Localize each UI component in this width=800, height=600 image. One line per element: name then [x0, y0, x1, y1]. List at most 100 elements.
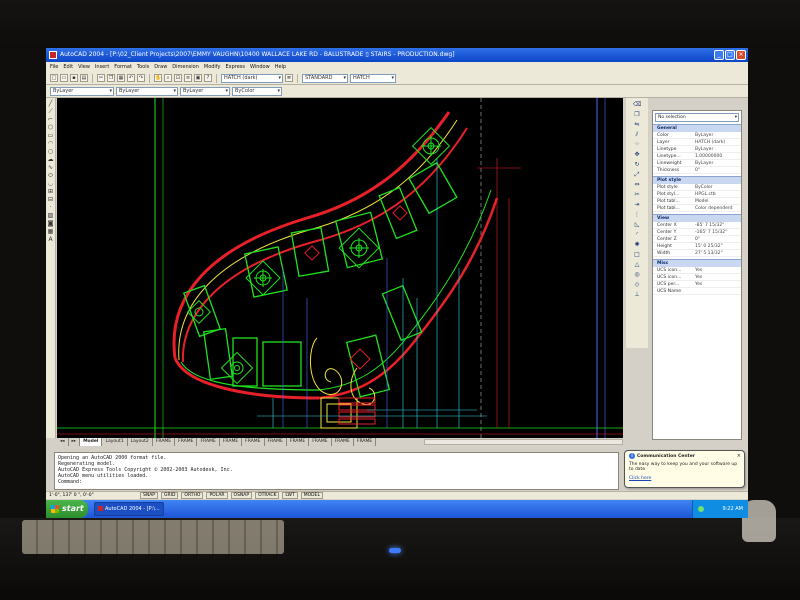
- property-value[interactable]: HATCH (dark): [693, 139, 741, 145]
- property-row[interactable]: Layer HATCH (dark): [653, 139, 741, 146]
- tab-layout[interactable]: FRAME: [332, 438, 354, 446]
- construction-line-icon[interactable]: ⟋: [47, 108, 54, 115]
- tab-layout[interactable]: FRAME: [220, 438, 243, 446]
- selection-dropdown[interactable]: No selection: [655, 113, 739, 122]
- property-row[interactable]: Plot tabl... Model: [653, 198, 741, 205]
- property-row[interactable]: Plot style ByColor: [653, 184, 741, 191]
- menu-dimension[interactable]: Dimension: [172, 62, 199, 72]
- property-value[interactable]: 27' 5 13/32": [693, 250, 741, 256]
- model-toggle[interactable]: MODEL: [300, 492, 323, 499]
- osnap-toggle[interactable]: OSNAP: [230, 492, 253, 499]
- tab-layout[interactable]: FRAME: [309, 438, 332, 446]
- property-value[interactable]: 0": [693, 167, 741, 173]
- help-icon[interactable]: ?: [204, 74, 212, 82]
- balloon-link[interactable]: Click here: [629, 476, 740, 481]
- property-value[interactable]: ByLayer: [693, 146, 741, 152]
- properties-icon[interactable]: ≡: [184, 74, 192, 82]
- color-dropdown[interactable]: ByLayer: [50, 86, 114, 96]
- chamfer-icon[interactable]: ◺: [633, 221, 641, 229]
- layer-manager-icon[interactable]: ≣: [285, 74, 293, 82]
- property-value[interactable]: Color dependent: [693, 205, 741, 211]
- property-row[interactable]: Width 27' 5 13/32": [653, 250, 741, 257]
- property-row[interactable]: Center Z 0": [653, 236, 741, 243]
- explode-icon[interactable]: ✺: [633, 241, 641, 249]
- arc-icon[interactable]: ◠: [47, 140, 54, 147]
- property-row[interactable]: Plot tabl... Color dependent: [653, 205, 741, 212]
- snap-midpoint-icon[interactable]: △: [633, 261, 641, 269]
- ellipse-icon[interactable]: ⬭: [47, 172, 54, 179]
- section-general[interactable]: General: [653, 124, 741, 132]
- menu-edit[interactable]: Edit: [63, 62, 73, 72]
- menu-window[interactable]: Window: [250, 62, 270, 72]
- copy-object-icon[interactable]: ❐: [633, 111, 641, 119]
- dim-style-dropdown[interactable]: HATCH: [350, 73, 396, 83]
- fillet-icon[interactable]: ◜: [633, 231, 641, 239]
- property-value[interactable]: HPGL.ctb: [693, 191, 741, 197]
- window-titlebar[interactable]: AutoCAD 2004 - [P:\02_Client Projects\20…: [46, 48, 748, 62]
- lineweight-dropdown[interactable]: ByLayer: [180, 86, 230, 96]
- ortho-toggle[interactable]: ORTHO: [181, 492, 204, 499]
- tab-model[interactable]: Model: [80, 438, 103, 446]
- move-icon[interactable]: ✥: [633, 151, 641, 159]
- command-prompt[interactable]: Command:: [58, 479, 615, 485]
- zoom-window-icon[interactable]: ⊡: [174, 74, 182, 82]
- tray-status-icon[interactable]: [698, 506, 704, 512]
- spline-icon[interactable]: ∿: [47, 164, 54, 171]
- scale-icon[interactable]: ⤢: [633, 171, 641, 179]
- mirror-icon[interactable]: ⇋: [633, 121, 641, 129]
- autocad-app-icon[interactable]: [49, 51, 57, 59]
- save-icon[interactable]: ▪: [70, 74, 78, 82]
- hatch-icon[interactable]: ▨: [47, 212, 54, 219]
- property-row[interactable]: UCS icon... Yes: [653, 274, 741, 281]
- pan-icon[interactable]: ✋: [154, 74, 162, 82]
- tab-nav-first-icon[interactable]: ◂◂: [57, 438, 69, 446]
- menu-tools[interactable]: Tools: [137, 62, 149, 72]
- property-row[interactable]: Linetype... 1.00000000: [653, 153, 741, 160]
- tab-layout[interactable]: FRAME: [287, 438, 310, 446]
- design-center-icon[interactable]: ▣: [194, 74, 202, 82]
- property-value[interactable]: Yes: [693, 274, 741, 280]
- menu-modify[interactable]: Modify: [204, 62, 221, 72]
- erase-icon[interactable]: ⌫: [633, 101, 641, 109]
- otrack-toggle[interactable]: OTRACK: [255, 492, 280, 499]
- stretch-icon[interactable]: ⇔: [633, 181, 641, 189]
- ellipse-arc-icon[interactable]: ◡: [47, 180, 54, 187]
- section-misc[interactable]: Misc: [653, 259, 741, 267]
- text-style-dropdown[interactable]: STANDARD: [302, 73, 348, 83]
- tab-layout[interactable]: Layout1: [102, 438, 128, 446]
- section-view[interactable]: View: [653, 214, 741, 222]
- command-line[interactable]: Opening an AutoCAD 2000 format file. Reg…: [54, 452, 619, 490]
- polygon-icon[interactable]: ⬡: [47, 124, 54, 131]
- menu-insert[interactable]: Insert: [95, 62, 109, 72]
- property-value[interactable]: ByLayer: [693, 132, 741, 138]
- property-value[interactable]: 0": [693, 236, 741, 242]
- line-icon[interactable]: ╱: [47, 100, 54, 107]
- property-row[interactable]: UCS icon... Yes: [653, 267, 741, 274]
- tab-layout[interactable]: FRAME: [354, 438, 377, 446]
- revision-cloud-icon[interactable]: ☁: [47, 156, 54, 163]
- property-value[interactable]: -85' 7 15/32": [693, 222, 741, 228]
- menu-format[interactable]: Format: [114, 62, 132, 72]
- point-icon[interactable]: ·: [47, 204, 54, 211]
- cad-drawing[interactable]: [57, 98, 623, 438]
- taskbar-item-autocad[interactable]: AutoCAD 2004 - [P:\...: [94, 502, 164, 516]
- extend-icon[interactable]: ⇥: [633, 201, 641, 209]
- cut-icon[interactable]: ✂: [97, 74, 105, 82]
- snap-endpoint-icon[interactable]: □: [633, 251, 641, 259]
- open-file-icon[interactable]: ▭: [60, 74, 68, 82]
- tab-nav-last-icon[interactable]: ▸▸: [69, 438, 81, 446]
- balloon-close-button[interactable]: ×: [737, 453, 741, 459]
- linetype-dropdown[interactable]: ByLayer: [116, 86, 178, 96]
- polar-toggle[interactable]: POLAR: [206, 492, 228, 499]
- property-row[interactable]: Lineweight ByLayer: [653, 160, 741, 167]
- property-row[interactable]: UCS per... Yes: [653, 281, 741, 288]
- property-row[interactable]: Center X -85' 7 15/32": [653, 222, 741, 229]
- menu-view[interactable]: View: [78, 62, 90, 72]
- offset-icon[interactable]: ⫽: [633, 131, 641, 139]
- lwt-toggle[interactable]: LWT: [282, 492, 298, 499]
- section-plot-style[interactable]: Plot style: [653, 176, 741, 184]
- close-button[interactable]: ×: [736, 50, 746, 60]
- tab-layout[interactable]: FRAME: [153, 438, 176, 446]
- plot-style-dropdown[interactable]: ByColor: [232, 86, 282, 96]
- redo-icon[interactable]: ↷: [137, 74, 145, 82]
